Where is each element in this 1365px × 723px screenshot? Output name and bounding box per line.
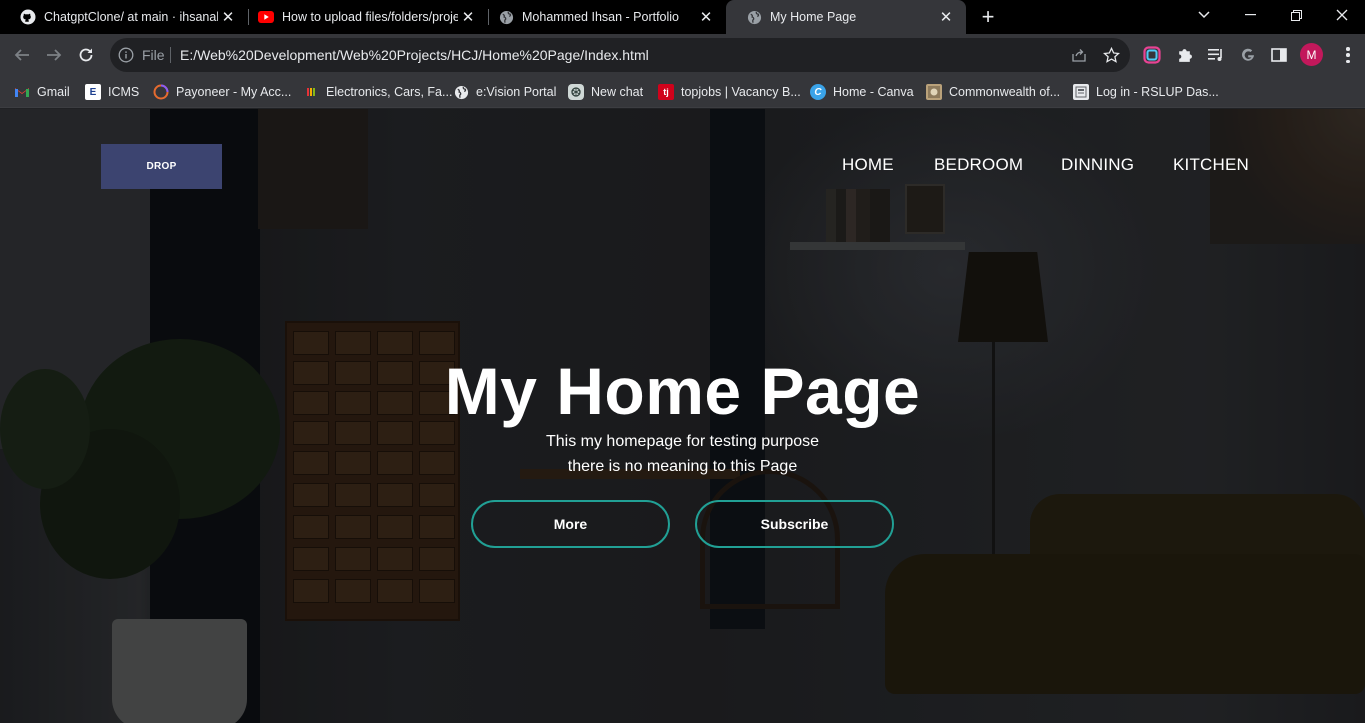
color-picker-extension-icon[interactable] bbox=[1141, 44, 1163, 66]
bookmark-commonwealth[interactable]: Commonwealth of... bbox=[926, 82, 1060, 102]
share-icon[interactable] bbox=[1070, 46, 1088, 64]
globe-icon bbox=[453, 84, 469, 100]
topjobs-icon: tj bbox=[658, 84, 674, 100]
close-window-icon[interactable] bbox=[1319, 0, 1365, 30]
tab-youtube[interactable]: How to upload files/folders/projects ✕ bbox=[238, 0, 488, 34]
new-tab-button[interactable]: + bbox=[976, 4, 1000, 29]
openai-icon bbox=[568, 84, 584, 100]
youtube-icon bbox=[258, 9, 274, 25]
bookmark-new-chat[interactable]: New chat bbox=[568, 82, 643, 102]
bookmark-evision[interactable]: e:Vision Portal bbox=[453, 82, 556, 102]
site-logo[interactable]: DROP bbox=[101, 144, 222, 189]
tab-title: ChatgptClone/ at main · ihsanakram bbox=[44, 10, 218, 24]
tab-title: How to upload files/folders/projects bbox=[282, 10, 458, 24]
info-icon[interactable] bbox=[118, 47, 134, 63]
bookmark-label: topjobs | Vacancy B... bbox=[681, 85, 801, 99]
tab-title: Mohammed Ihsan - Portfolio bbox=[522, 10, 680, 24]
profile-avatar[interactable]: M bbox=[1300, 43, 1323, 66]
ebay-icon bbox=[303, 84, 319, 100]
commonwealth-icon bbox=[926, 84, 942, 100]
close-tab-icon[interactable]: ✕ bbox=[218, 7, 238, 27]
bookmark-label: Electronics, Cars, Fa... bbox=[326, 85, 453, 99]
extensions-puzzle-icon[interactable] bbox=[1173, 44, 1195, 66]
bookmark-topjobs[interactable]: tj topjobs | Vacancy B... bbox=[658, 82, 801, 102]
close-tab-icon[interactable]: ✕ bbox=[936, 7, 956, 27]
close-tab-icon[interactable]: ✕ bbox=[458, 7, 478, 27]
minimize-icon[interactable] bbox=[1227, 0, 1273, 30]
close-tab-icon[interactable]: ✕ bbox=[696, 7, 716, 27]
bookmark-label: Payoneer - My Acc... bbox=[176, 85, 292, 99]
web-page: DROP HOME BEDROOM DINNING KITCHEN My Hom… bbox=[0, 109, 1365, 723]
tab-title: My Home Page bbox=[770, 10, 857, 24]
bookmark-label: Gmail bbox=[37, 85, 70, 99]
bookmark-label: New chat bbox=[591, 85, 644, 99]
hero-title: My Home Page bbox=[444, 354, 921, 428]
browser-toolbar: File E:/Web%20Development/Web%20Projects… bbox=[0, 34, 1365, 76]
restore-icon[interactable] bbox=[1273, 0, 1319, 30]
gmail-icon bbox=[14, 84, 30, 100]
back-button[interactable] bbox=[8, 41, 36, 69]
bookmark-label: Home - Canva bbox=[833, 85, 914, 99]
rslup-icon bbox=[1073, 84, 1089, 100]
tab-my-home-page[interactable]: My Home Page ✕ bbox=[726, 0, 966, 34]
bookmark-label: e:Vision Portal bbox=[476, 85, 557, 99]
bookmark-star-icon[interactable] bbox=[1102, 46, 1120, 64]
bookmark-label: ICMS bbox=[108, 85, 140, 99]
bookmarks-bar: Gmail E ICMS Payoneer - My Acc... Electr… bbox=[0, 76, 1365, 108]
side-panel-icon[interactable] bbox=[1268, 44, 1290, 66]
canva-icon: C bbox=[810, 84, 826, 100]
bookmark-rslup[interactable]: Log in - RSLUP Das... bbox=[1073, 82, 1219, 102]
bookmark-label: Commonwealth of... bbox=[949, 85, 1061, 99]
address-scheme-label: File bbox=[142, 47, 165, 63]
hero-subtitle-line-2: there is no meaning to this Page bbox=[567, 458, 798, 475]
tab-portfolio[interactable]: Mohammed Ihsan - Portfolio ✕ bbox=[478, 0, 726, 34]
payoneer-icon bbox=[153, 84, 169, 100]
tab-github[interactable]: ChatgptClone/ at main · ihsanakram ✕ bbox=[0, 0, 248, 34]
bookmark-icms[interactable]: E ICMS bbox=[85, 82, 139, 102]
bookmark-ebay[interactable]: Electronics, Cars, Fa... bbox=[303, 82, 452, 102]
bookmark-gmail[interactable]: Gmail bbox=[14, 82, 70, 102]
forward-button[interactable] bbox=[40, 41, 68, 69]
address-url[interactable]: E:/Web%20Development/Web%20Projects/HCJ/… bbox=[180, 47, 649, 63]
tab-strip: ChatgptClone/ at main · ihsanakram ✕ How… bbox=[0, 0, 1365, 34]
address-bar[interactable]: File E:/Web%20Development/Web%20Projects… bbox=[110, 38, 1130, 72]
icms-icon: E bbox=[85, 84, 101, 100]
browser-menu-icon[interactable] bbox=[1339, 45, 1357, 65]
subscribe-button[interactable]: Subscribe bbox=[695, 500, 894, 548]
more-button[interactable]: More bbox=[471, 500, 670, 548]
nav-dinning[interactable]: DINNING bbox=[1061, 155, 1134, 177]
github-icon bbox=[20, 9, 36, 25]
globe-icon bbox=[746, 9, 762, 25]
reload-button[interactable] bbox=[72, 41, 100, 69]
google-extension-icon[interactable] bbox=[1237, 44, 1259, 66]
address-divider bbox=[170, 47, 171, 63]
bookmark-payoneer[interactable]: Payoneer - My Acc... bbox=[153, 82, 291, 102]
globe-icon bbox=[498, 9, 514, 25]
hero-subtitle-line-1: This my homepage for testing purpose bbox=[545, 433, 820, 450]
nav-kitchen[interactable]: KITCHEN bbox=[1173, 155, 1249, 177]
bookmark-label: Log in - RSLUP Das... bbox=[1096, 85, 1219, 99]
nav-bedroom[interactable]: BEDROOM bbox=[934, 155, 1023, 177]
bookmark-canva[interactable]: C Home - Canva bbox=[810, 82, 914, 102]
nav-home[interactable]: HOME bbox=[842, 155, 894, 177]
tab-search-chevron-icon[interactable] bbox=[1181, 0, 1227, 30]
media-queue-icon[interactable] bbox=[1205, 44, 1227, 66]
